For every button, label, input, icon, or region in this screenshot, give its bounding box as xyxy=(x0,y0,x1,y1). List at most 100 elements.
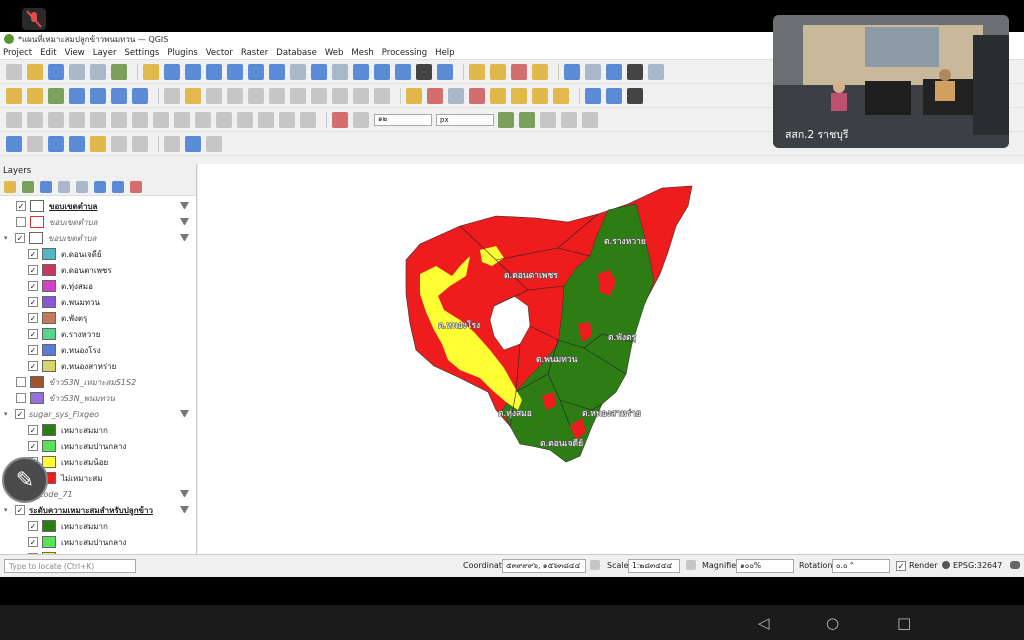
layer-row[interactable]: ✓ ต.ดอนตาเพชร xyxy=(28,262,112,278)
style-manager-icon[interactable] xyxy=(111,63,127,80)
lock-scale-icon[interactable] xyxy=(686,560,696,570)
label-change-icon[interactable] xyxy=(532,87,548,104)
open-project-icon[interactable] xyxy=(27,63,43,80)
delete-selected-icon[interactable] xyxy=(269,87,285,104)
attribute-table-icon[interactable] xyxy=(585,63,601,80)
new-geopackage-icon[interactable] xyxy=(27,87,43,104)
layer-filter-icon[interactable] xyxy=(180,410,189,419)
layer-row[interactable]: ✓ ต.หนองโรง xyxy=(28,342,101,358)
layer-visibility-checkbox[interactable]: ✓ xyxy=(16,201,26,211)
mic-off-icon[interactable] xyxy=(22,8,46,30)
remove-layer-icon[interactable] xyxy=(130,180,142,193)
layer-filter-icon[interactable] xyxy=(180,234,189,243)
layer-filter-icon[interactable] xyxy=(180,218,189,227)
expand-arrow-icon[interactable]: ▾ xyxy=(4,410,12,418)
new-map-view-icon[interactable] xyxy=(353,63,369,80)
bookmark-icon[interactable] xyxy=(374,63,390,80)
layer-row[interactable]: ✓ เหมาะสมปานกลาง xyxy=(28,534,126,550)
node-tool-icon[interactable] xyxy=(69,135,85,152)
zoom-selection-icon[interactable] xyxy=(248,63,264,80)
layer-visibility-checkbox[interactable]: ✓ xyxy=(28,361,38,371)
label-move-icon[interactable] xyxy=(490,87,506,104)
select-tool-icon[interactable] xyxy=(27,135,43,152)
menu-database[interactable]: Database xyxy=(276,48,317,58)
python-console-icon[interactable] xyxy=(206,135,222,152)
layer-filter-icon[interactable] xyxy=(180,490,189,499)
layer-visibility-checkbox[interactable]: ✓ xyxy=(28,297,38,307)
menu-settings[interactable]: Settings xyxy=(124,48,159,58)
select-features-icon[interactable] xyxy=(469,63,485,80)
redo-icon[interactable] xyxy=(374,87,390,104)
filter-expression-icon[interactable] xyxy=(76,180,88,193)
back-icon[interactable]: ◁ xyxy=(758,614,770,632)
text-annotation-icon[interactable] xyxy=(111,135,127,152)
expand-arrow-icon[interactable]: ▾ xyxy=(4,234,12,242)
digitize-icon[interactable] xyxy=(164,87,180,104)
add-virtual-layer-icon[interactable] xyxy=(132,87,148,104)
layer-row[interactable]: ▾ ✓ sugar_sys_Fixgeo xyxy=(4,406,99,422)
processing-toolbox-icon[interactable] xyxy=(6,135,22,152)
collapse-all-icon[interactable] xyxy=(112,180,124,193)
zoom-out-icon[interactable] xyxy=(206,63,222,80)
add-group-icon[interactable] xyxy=(22,180,34,193)
cross-icon[interactable] xyxy=(561,111,577,128)
map-canvas[interactable]: ต.รางหวาย ต.ดอนตาเพชร ต.หนองโรง ต.พังตรุ… xyxy=(198,164,1024,554)
save-project-icon[interactable] xyxy=(48,63,64,80)
menu-processing[interactable]: Processing xyxy=(382,48,427,58)
layer-visibility-checkbox[interactable] xyxy=(16,217,26,227)
expand-all-icon[interactable] xyxy=(94,180,106,193)
zoom-full-icon[interactable] xyxy=(227,63,243,80)
layer-row[interactable]: ✓ เหมาะสมมาก xyxy=(28,422,108,438)
zoom-last-icon[interactable] xyxy=(311,63,327,80)
star-icon[interactable] xyxy=(90,135,106,152)
advanced-digitizing-icon[interactable] xyxy=(6,111,22,128)
polygon-tool-icon[interactable] xyxy=(48,135,64,152)
select-location-icon[interactable] xyxy=(532,63,548,80)
filter-legend-icon[interactable] xyxy=(58,180,70,193)
menu-edit[interactable]: Edit xyxy=(40,48,56,58)
layer-visibility-checkbox[interactable]: ✓ xyxy=(28,425,38,435)
layer-visibility-checkbox[interactable]: ✓ xyxy=(28,313,38,323)
layer-row[interactable]: ✓ เหมาะสมมาก xyxy=(28,518,108,534)
layer-row[interactable]: ✓ เหมาะสมปานกลาง xyxy=(28,438,126,454)
delete-part-icon[interactable] xyxy=(153,111,169,128)
layer-visibility-checkbox[interactable]: ✓ xyxy=(28,265,38,275)
menu-vector[interactable]: Vector xyxy=(206,48,233,58)
coordinate-field[interactable]: ๕๓๙๙๙๖, ๑๕๖๓๘๔๔ xyxy=(502,559,586,573)
layer-row[interactable]: ✓ ต.หนองสาหร่าย xyxy=(28,358,116,374)
new-project-icon[interactable] xyxy=(6,63,22,80)
zoom-in-icon[interactable] xyxy=(185,63,201,80)
layer-row[interactable]: ข้าวS3N_เหมาะสมS1S2 xyxy=(16,374,136,390)
topological-editing-icon[interactable] xyxy=(498,111,514,128)
layer-visibility-checkbox[interactable]: ✓ xyxy=(15,409,25,419)
add-delimited-text-icon[interactable] xyxy=(111,87,127,104)
split-parts-icon[interactable] xyxy=(237,111,253,128)
layer-row[interactable]: ✓ ต.ทุ่งสมอ xyxy=(28,278,93,294)
toggle-editing-icon[interactable] xyxy=(185,87,201,104)
open-layer-styling-icon[interactable] xyxy=(4,180,16,193)
deselect-icon[interactable] xyxy=(511,63,527,80)
manage-map-themes-icon[interactable] xyxy=(40,180,52,193)
menu-mesh[interactable]: Mesh xyxy=(351,48,373,58)
label-highlight-icon[interactable] xyxy=(448,87,464,104)
layer-visibility-checkbox[interactable]: ✓ xyxy=(15,505,25,515)
data-source-manager-icon[interactable] xyxy=(6,87,22,104)
zoom-native-icon[interactable] xyxy=(290,63,306,80)
layer-visibility-checkbox[interactable] xyxy=(16,377,26,387)
cut-icon[interactable] xyxy=(290,87,306,104)
add-vector-layer-icon[interactable] xyxy=(48,87,64,104)
zoom-next-icon[interactable] xyxy=(332,63,348,80)
zoom-layer-icon[interactable] xyxy=(269,63,285,80)
rotation-field[interactable]: ๐.๐ ° xyxy=(832,559,890,573)
offset-curve-icon[interactable] xyxy=(195,111,211,128)
snapping-mode-icon[interactable] xyxy=(353,111,369,128)
delete-ring-icon[interactable] xyxy=(132,111,148,128)
messages-icon[interactable] xyxy=(1010,561,1020,569)
scale-combo[interactable]: 1:๒๘๓๔๔๔ xyxy=(628,559,680,573)
layer-row[interactable]: ข้าวS3N_พนมทวน xyxy=(16,390,115,406)
pan-icon[interactable] xyxy=(143,63,159,80)
save-edits-icon[interactable] xyxy=(206,87,222,104)
snap-intersection-icon[interactable] xyxy=(519,111,535,128)
coordinate-toggle-icon[interactable] xyxy=(590,560,600,570)
layer-visibility-checkbox[interactable]: ✓ xyxy=(28,537,38,547)
